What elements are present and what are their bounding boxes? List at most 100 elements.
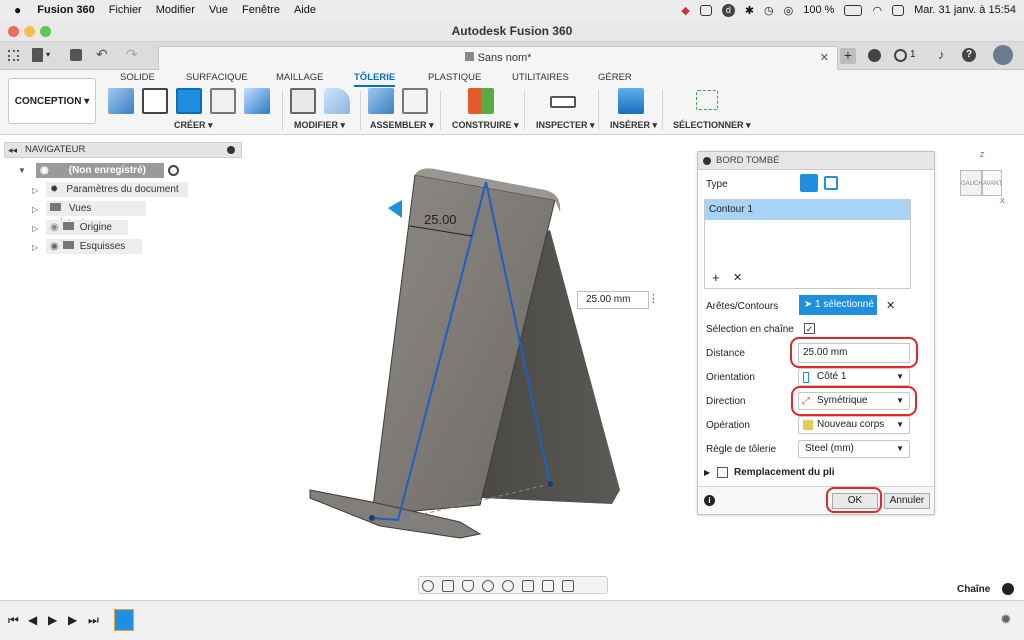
expand-origin-icon[interactable]: ▷ [32,224,38,233]
airdrop-icon[interactable]: ◎ [784,4,794,17]
navigator-header[interactable]: ◂◂ NAVIGATEUR [4,142,242,158]
more-options-icon[interactable]: ⋮ [648,292,659,305]
orbit-icon[interactable] [422,580,434,592]
dialog-collapse-icon[interactable] [703,157,711,165]
online-status-icon[interactable] [868,49,881,62]
insert-image-icon[interactable] [618,88,644,114]
tab-utilitaires[interactable]: UTILITAIRES [512,72,569,83]
look-at-icon[interactable] [442,580,455,592]
menu-modifier[interactable]: Modifier [156,4,195,16]
timeline-play-icon[interactable]: ▶ [48,613,57,627]
edges-selection-button[interactable]: ➤ 1 sélectionné [799,295,877,315]
display-settings-icon[interactable] [522,580,535,592]
orientation-select[interactable]: Côté 1 ▼ [798,368,910,386]
navigator-item-origine[interactable]: ◉ Origine [46,220,128,235]
group-creer[interactable]: CRÉER ▾ [174,120,213,131]
remove-contour-button[interactable]: ✕ [733,271,742,284]
zoom-window-icon[interactable] [502,580,515,592]
eye-icon[interactable]: ◉ [40,165,49,176]
settings-gear-icon[interactable]: ✹ [1000,611,1012,628]
type-flange-button[interactable] [800,174,818,192]
eye-icon[interactable]: ◉ [50,241,59,252]
fillet-icon[interactable] [324,88,350,114]
group-inspecter[interactable]: INSPECTER ▾ [536,120,595,131]
pan-icon[interactable] [462,580,475,592]
tab-surfacique[interactable]: SURFACIQUE [186,72,248,83]
expand-params-icon[interactable]: ▷ [32,186,38,195]
menu-aide[interactable]: Aide [294,4,316,16]
help-icon[interactable]: ? [962,48,976,62]
as-built-joint-icon[interactable] [402,88,428,114]
menu-fenetre[interactable]: Fenêtre [242,4,280,16]
control-center-icon[interactable] [892,4,905,16]
add-contour-button[interactable]: + [712,270,720,285]
minus-icon[interactable] [227,146,235,154]
zoom-window-button[interactable] [40,26,51,37]
timeline-first-icon[interactable]: ⏮ [8,613,19,628]
menu-fichier[interactable]: Fichier [109,4,142,16]
sketch-icon[interactable] [142,88,168,114]
info-icon[interactable]: i [704,495,715,506]
save-icon[interactable] [70,49,82,61]
grid-icon[interactable] [8,50,19,61]
navigator-root[interactable]: ◉ (Non enregistré) [36,163,164,178]
viewports-icon[interactable] [562,580,575,592]
shield-icon[interactable] [699,4,712,16]
chain-selection-checkbox[interactable]: ✓ [804,323,815,334]
expand-bend-icon[interactable]: ▶ [704,468,710,477]
dialog-header[interactable]: BORD TOMBÉ [698,152,934,170]
view-cube[interactable]: GAUCHE AVANT Z X [960,152,1005,206]
chain-icon[interactable] [1002,583,1014,595]
redo-icon[interactable]: ↷ [126,46,138,63]
clear-selection-icon[interactable]: ✕ [886,299,895,312]
timeline-last-icon[interactable]: ⏭ [88,613,99,628]
avatar[interactable] [993,45,1013,65]
timeline-prev-icon[interactable]: ◀ [28,613,37,627]
contour-point[interactable] [369,515,375,521]
cancel-button[interactable]: Annuler [884,493,930,509]
eye-hidden-icon[interactable]: ◉ [50,222,59,233]
type-contour-button[interactable] [824,176,838,190]
datetime[interactable]: Mar. 31 janv. à 15:54 [914,4,1016,16]
bend-icon[interactable] [210,88,236,114]
contour-point[interactable] [547,481,553,487]
workspace-switcher[interactable]: CONCEPTION ▾ [8,78,96,124]
navigator-item-parametres[interactable]: ✹ Paramètres du document [46,182,188,197]
timeline-feature-icon[interactable] [114,609,134,631]
group-selectionner[interactable]: SÉLECTIONNER ▾ [673,120,751,131]
flange-icon[interactable] [176,88,202,114]
navigator-item-esquisses[interactable]: ◉ Esquisses [46,239,142,254]
distance-overlay-input[interactable]: 25.00 mm [577,291,649,309]
expand-views-icon[interactable]: ▷ [32,205,38,214]
bell-icon[interactable]: ♪ [938,47,945,62]
close-window-button[interactable] [8,26,19,37]
tab-maillage[interactable]: MAILLAGE [276,72,324,83]
rule-select[interactable]: Steel (mm) ▼ [798,440,910,458]
contour-list[interactable]: Contour 1 + ✕ [704,199,911,289]
model-viewport[interactable] [290,160,690,560]
document-tab[interactable]: Sans nom* ✕ [158,46,838,70]
group-assembler[interactable]: ASSEMBLER ▾ [370,120,434,131]
bend-override-checkbox[interactable] [717,467,728,478]
manipulator-arrow[interactable] [388,200,402,218]
extrude-icon[interactable] [244,88,270,114]
active-radio-icon[interactable] [168,165,179,176]
group-construire[interactable]: CONSTRUIRE ▾ [452,120,519,131]
tab-plastique[interactable]: PLASTIQUE [428,72,481,83]
cube-front-face[interactable]: AVANT [982,170,1002,196]
bluetooth-icon[interactable]: ✱ [745,4,754,17]
zoom-icon[interactable] [482,580,495,592]
chevron-down-icon[interactable]: ▾ [46,50,50,59]
plane-icon[interactable] [468,88,494,114]
contour-list-item[interactable]: Contour 1 [705,200,910,220]
dropbox-icon[interactable]: ◆ [681,4,689,17]
collapse-icon[interactable]: ◂◂ [8,143,17,157]
tab-gerer[interactable]: GÉRER [598,72,632,83]
wifi-icon[interactable]: ◠ [872,4,882,17]
tab-tolerie[interactable]: TÔLERIE [354,72,396,87]
battery-icon[interactable] [844,4,863,16]
press-pull-icon[interactable] [290,88,316,114]
navigator-item-vues[interactable]: Vues existantes [46,201,146,229]
file-icon[interactable] [32,48,43,62]
expand-sketches-icon[interactable]: ▷ [32,243,38,252]
